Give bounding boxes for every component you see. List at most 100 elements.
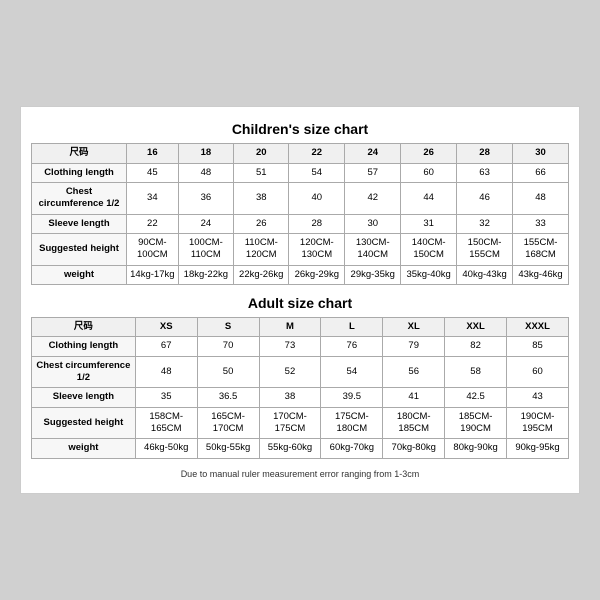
- cell-value: 85: [507, 337, 569, 356]
- cell-value: 100CM-110CM: [178, 233, 234, 265]
- cell-value: 48: [178, 163, 234, 182]
- cell-value: 22: [127, 214, 179, 233]
- cell-value: 35kg-40kg: [401, 265, 457, 284]
- cell-value: 63: [457, 163, 513, 182]
- cell-value: 155CM-168CM: [513, 233, 569, 265]
- cell-value: 43kg-46kg: [513, 265, 569, 284]
- measurement-note: Due to manual ruler measurement error ra…: [31, 469, 569, 479]
- cell-value: 82: [445, 337, 507, 356]
- cell-value: 43: [507, 388, 569, 407]
- cell-value: 38: [234, 182, 289, 214]
- cell-value: 120CM-130CM: [289, 233, 345, 265]
- row-label: Suggested height: [32, 407, 136, 439]
- table-row: Clothing length4548515457606366: [32, 163, 569, 182]
- cell-value: 42: [345, 182, 401, 214]
- cell-value: 158CM-165CM: [135, 407, 197, 439]
- col-header-label: 尺码: [32, 144, 127, 163]
- row-label: Clothing length: [32, 163, 127, 182]
- cell-value: 35: [135, 388, 197, 407]
- cell-value: 90CM-100CM: [127, 233, 179, 265]
- cell-value: 52: [259, 356, 321, 388]
- cell-value: 39.5: [321, 388, 383, 407]
- col-header-size: S: [197, 318, 259, 337]
- cell-value: 46kg-50kg: [135, 439, 197, 458]
- col-header-size: 24: [345, 144, 401, 163]
- col-header-size: 28: [457, 144, 513, 163]
- children-chart-title: Children's size chart: [31, 121, 569, 137]
- size-chart-card: Children's size chart 尺码1618202224262830…: [20, 106, 580, 494]
- cell-value: 57: [345, 163, 401, 182]
- cell-value: 28: [289, 214, 345, 233]
- cell-value: 165CM-170CM: [197, 407, 259, 439]
- cell-value: 55kg-60kg: [259, 439, 321, 458]
- cell-value: 48: [135, 356, 197, 388]
- table-row: Chest circumference 1/248505254565860: [32, 356, 569, 388]
- row-label: Sleeve length: [32, 388, 136, 407]
- cell-value: 170CM-175CM: [259, 407, 321, 439]
- col-header-size: XL: [383, 318, 445, 337]
- cell-value: 34: [127, 182, 179, 214]
- cell-value: 44: [401, 182, 457, 214]
- cell-value: 26kg-29kg: [289, 265, 345, 284]
- cell-value: 26: [234, 214, 289, 233]
- table-row: weight14kg-17kg18kg-22kg22kg-26kg26kg-29…: [32, 265, 569, 284]
- table-row: weight46kg-50kg50kg-55kg55kg-60kg60kg-70…: [32, 439, 569, 458]
- col-header-size: L: [321, 318, 383, 337]
- col-header-size: 26: [401, 144, 457, 163]
- cell-value: 58: [445, 356, 507, 388]
- table-row: Sleeve length2224262830313233: [32, 214, 569, 233]
- col-header-size: 30: [513, 144, 569, 163]
- cell-value: 45: [127, 163, 179, 182]
- cell-value: 30: [345, 214, 401, 233]
- cell-value: 60kg-70kg: [321, 439, 383, 458]
- table-row: Chest circumference 1/23436384042444648: [32, 182, 569, 214]
- row-label: Chest circumference 1/2: [32, 356, 136, 388]
- cell-value: 54: [289, 163, 345, 182]
- cell-value: 48: [513, 182, 569, 214]
- col-header-size: XXXL: [507, 318, 569, 337]
- cell-value: 66: [513, 163, 569, 182]
- table-row: Sleeve length3536.53839.54142.543: [32, 388, 569, 407]
- cell-value: 31: [401, 214, 457, 233]
- cell-value: 140CM-150CM: [401, 233, 457, 265]
- children-size-table: 尺码1618202224262830 Clothing length454851…: [31, 143, 569, 285]
- cell-value: 33: [513, 214, 569, 233]
- cell-value: 150CM-155CM: [457, 233, 513, 265]
- row-label: Chest circumference 1/2: [32, 182, 127, 214]
- table-row: Suggested height158CM-165CM165CM-170CM17…: [32, 407, 569, 439]
- cell-value: 79: [383, 337, 445, 356]
- cell-value: 54: [321, 356, 383, 388]
- cell-value: 180CM-185CM: [383, 407, 445, 439]
- row-label: Clothing length: [32, 337, 136, 356]
- cell-value: 46: [457, 182, 513, 214]
- col-header-size: M: [259, 318, 321, 337]
- col-header-size: XXL: [445, 318, 507, 337]
- cell-value: 60: [401, 163, 457, 182]
- adult-size-table: 尺码XSSMLXLXXLXXXL Clothing length67707376…: [31, 317, 569, 459]
- cell-value: 18kg-22kg: [178, 265, 234, 284]
- cell-value: 36.5: [197, 388, 259, 407]
- row-label: weight: [32, 439, 136, 458]
- cell-value: 175CM-180CM: [321, 407, 383, 439]
- cell-value: 32: [457, 214, 513, 233]
- row-label: Suggested height: [32, 233, 127, 265]
- col-header-size: XS: [135, 318, 197, 337]
- row-label: weight: [32, 265, 127, 284]
- cell-value: 76: [321, 337, 383, 356]
- cell-value: 40: [289, 182, 345, 214]
- col-header-size: 20: [234, 144, 289, 163]
- col-header-size: 18: [178, 144, 234, 163]
- cell-value: 22kg-26kg: [234, 265, 289, 284]
- adult-chart-title: Adult size chart: [31, 295, 569, 311]
- cell-value: 51: [234, 163, 289, 182]
- col-header-size: 16: [127, 144, 179, 163]
- cell-value: 56: [383, 356, 445, 388]
- cell-value: 130CM-140CM: [345, 233, 401, 265]
- cell-value: 110CM-120CM: [234, 233, 289, 265]
- cell-value: 40kg-43kg: [457, 265, 513, 284]
- cell-value: 36: [178, 182, 234, 214]
- cell-value: 14kg-17kg: [127, 265, 179, 284]
- cell-value: 50kg-55kg: [197, 439, 259, 458]
- cell-value: 90kg-95kg: [507, 439, 569, 458]
- cell-value: 80kg-90kg: [445, 439, 507, 458]
